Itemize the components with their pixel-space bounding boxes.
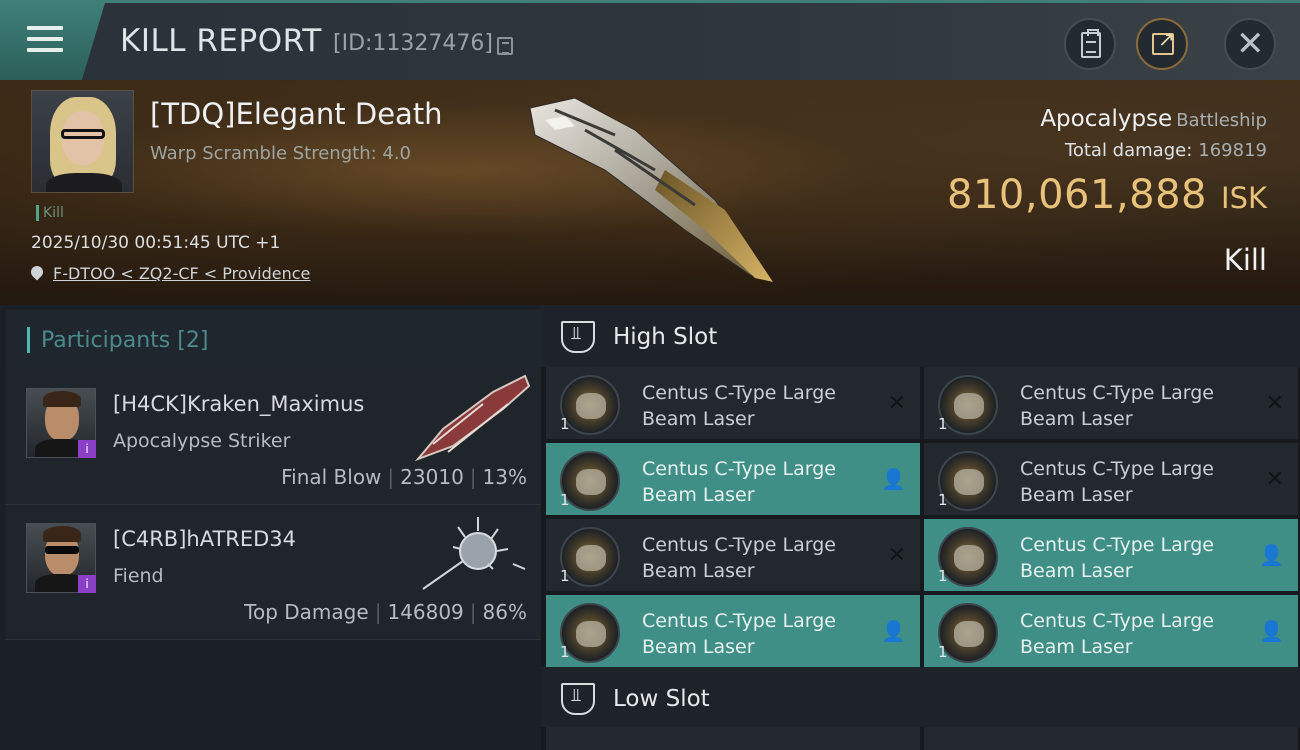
participants-count: [2] xyxy=(177,328,209,353)
participant-stats: Final Blow | 23010 | 13% xyxy=(281,465,527,489)
total-damage: Total damage: 169819 xyxy=(1065,140,1267,161)
module-item[interactable]: 1 Centus C-Type Large Beam Laser ✕ xyxy=(924,443,1298,516)
dropped-person-icon: 👤 xyxy=(881,467,906,491)
hamburger-icon xyxy=(27,26,63,56)
location-pin-icon xyxy=(28,263,46,281)
low-slot-icon xyxy=(561,683,595,715)
dropped-person-icon: 👤 xyxy=(1259,619,1284,643)
isk-value: 810,061,888 xyxy=(947,172,1208,218)
participant-stats: Top Damage | 146809 | 86% xyxy=(244,600,527,624)
high-slot-header: High Slot xyxy=(541,305,1300,367)
module-item[interactable]: 1 Centus C-Type Large Beam Laser ✕ xyxy=(546,367,920,440)
fitting-slots-panel: High Slot 1 Centus C-Type LargeBeam Laser… xyxy=(541,305,1300,750)
participants-title: Participants [2] xyxy=(41,328,209,353)
participant-row[interactable]: i [C4RB]hATRED34 Fiend Top Damage | 146809… xyxy=(6,505,541,640)
module-quantity: 1 xyxy=(560,491,570,509)
module-item[interactable]: 1 Centus C-Type Large Beam Laser 👤 xyxy=(546,595,920,668)
isk-value-row: 810,061,888 ISK xyxy=(947,172,1267,218)
module-quantity: 1 xyxy=(560,415,570,433)
participant-percent: 13% xyxy=(482,465,527,489)
kill-timestamp: 2025/10/30 00:51:45 UTC +1 xyxy=(31,233,281,253)
participant-name: [C4RB]hATRED34 xyxy=(113,527,297,551)
dropped-person-icon: 👤 xyxy=(881,619,906,643)
participant-damage: 23010 xyxy=(400,465,464,489)
participant-role: Final Blow xyxy=(281,465,382,489)
module-quantity: 1 xyxy=(560,567,570,585)
victim-ship: Apocalypse Battleship xyxy=(1040,106,1267,132)
result-label: Kill xyxy=(1223,243,1267,277)
module-item[interactable]: 1 Centus C-Type Large Beam Laser ✕ xyxy=(924,367,1298,440)
kill-report-header: KILL REPORT [ID:11327476] ✕ xyxy=(0,0,1300,80)
close-icon: ✕ xyxy=(1236,24,1265,64)
participant-row[interactable]: i [H4CK]Kraken_Maximus Apocalypse Strike… xyxy=(6,370,541,505)
participants-header: Participants [2] xyxy=(6,310,541,370)
menu-button[interactable] xyxy=(0,3,105,80)
high-slot-icon xyxy=(561,321,595,353)
participant-ship-image xyxy=(422,517,526,590)
destroyed-x-icon: ✕ xyxy=(887,543,906,568)
participant-damage: 146809 xyxy=(387,600,464,624)
module-name: Centus C-Type Large Beam Laser xyxy=(642,458,836,506)
report-id: [ID:11327476] xyxy=(333,31,493,56)
location-link[interactable]: F-DTOO < ZQ2-CF < Providence xyxy=(53,264,310,283)
module-name: Centus C-Type Large Beam Laser xyxy=(1020,610,1214,658)
copy-id-icon[interactable] xyxy=(497,37,513,55)
victim-banner: [TDQ]Elegant Death Warp Scramble Strengt… xyxy=(0,80,1300,305)
module-quantity: 1 xyxy=(938,415,948,433)
destroyed-x-icon: ✕ xyxy=(1265,391,1284,416)
module-item[interactable]: 1 Centus C-Type Large Beam Laser 👤 xyxy=(924,519,1298,592)
participant-name: [H4CK]Kraken_Maximus xyxy=(113,392,365,416)
participant-role: Top Damage xyxy=(244,600,369,624)
low-slot-module[interactable] xyxy=(546,727,920,750)
total-damage-label: Total damage: xyxy=(1064,140,1193,161)
module-item[interactable]: 1 Centus C-Type Large Beam Laser 👤 xyxy=(924,595,1298,668)
module-name: Centus C-Type Large Beam Laser xyxy=(1020,458,1214,506)
module-item[interactable]: 1 Centus C-Type Large Beam Laser ✕ xyxy=(546,519,920,592)
clipboard-icon xyxy=(1081,29,1101,58)
total-damage-value: 169819 xyxy=(1198,140,1267,161)
high-slot-title: High Slot xyxy=(613,324,718,350)
share-icon xyxy=(1152,27,1175,55)
victim-ship-image xyxy=(529,97,773,282)
destroyed-x-icon: ✕ xyxy=(887,391,906,416)
kill-tag: Kill xyxy=(36,205,64,221)
module-quantity: 1 xyxy=(560,643,570,661)
module-name: Centus C-Type Large Beam Laser xyxy=(1020,382,1214,430)
participant-ship-image xyxy=(414,374,531,462)
kill-location[interactable]: F-DTOO < ZQ2-CF < Providence xyxy=(28,263,310,283)
module-name: Centus C-Type Large Beam Laser xyxy=(1020,534,1214,582)
module-item[interactable]: 1 Centus C-Type Large Beam Laser 👤 xyxy=(546,443,920,516)
victim-ship-class: Battleship xyxy=(1176,110,1267,131)
low-slot-module[interactable] xyxy=(924,727,1298,750)
participant-ship: Apocalypse Striker xyxy=(113,430,291,452)
close-button[interactable]: ✕ xyxy=(1224,18,1276,70)
module-quantity: 1 xyxy=(938,567,948,585)
clipboard-button[interactable] xyxy=(1064,18,1116,70)
participant-percent: 86% xyxy=(482,600,527,624)
participants-panel: Participants [2] i [H4CK]Kraken_Maximus … xyxy=(0,305,541,750)
module-name: Centus C-Type Large Beam Laser xyxy=(642,610,836,658)
victim-ship-name: Apocalypse xyxy=(1040,106,1173,132)
info-badge-icon[interactable]: i xyxy=(78,575,96,593)
isk-unit: ISK xyxy=(1221,181,1267,215)
low-slot-header: Low Slot xyxy=(541,667,1300,727)
destroyed-x-icon: ✕ xyxy=(1265,467,1284,492)
victim-portrait[interactable] xyxy=(31,90,134,193)
module-quantity: 1 xyxy=(938,491,948,509)
low-slot-title: Low Slot xyxy=(613,686,710,712)
page-title: KILL REPORT xyxy=(120,23,322,59)
module-name: Centus C-Type Large Beam Laser xyxy=(642,382,836,430)
participant-ship: Fiend xyxy=(113,565,164,587)
warp-scramble-strength: Warp Scramble Strength: 4.0 xyxy=(150,143,412,164)
share-button[interactable] xyxy=(1136,18,1188,70)
module-quantity: 1 xyxy=(938,643,948,661)
module-name: Centus C-Type Large Beam Laser xyxy=(642,534,836,582)
victim-name[interactable]: [TDQ]Elegant Death xyxy=(150,97,443,131)
dropped-person-icon: 👤 xyxy=(1259,543,1284,567)
info-badge-icon[interactable]: i xyxy=(78,440,96,458)
